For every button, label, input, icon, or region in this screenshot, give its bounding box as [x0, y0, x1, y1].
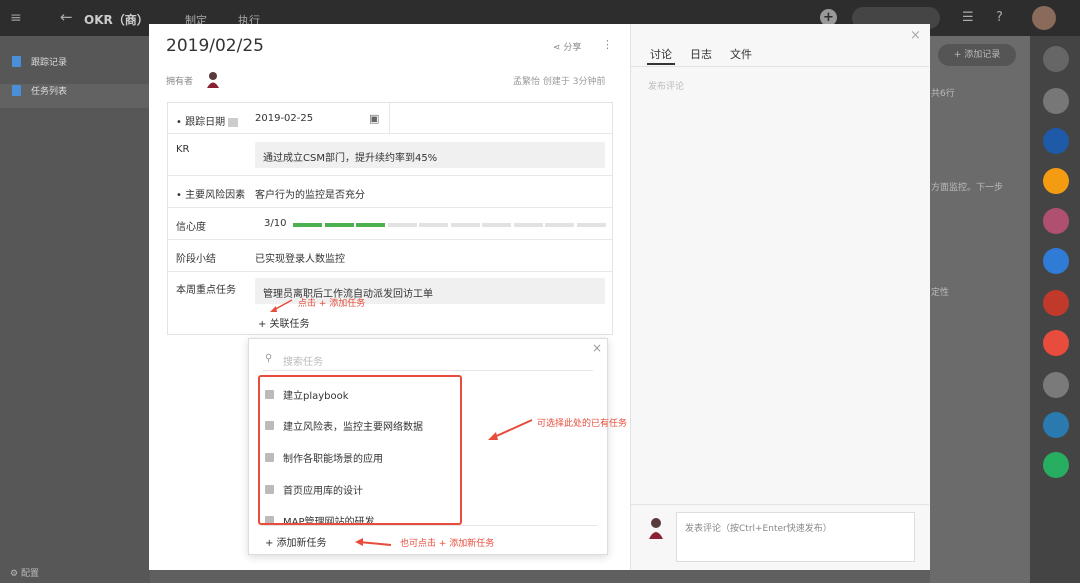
person-icon[interactable] [1043, 290, 1069, 316]
document-icon [12, 85, 21, 96]
confidence-segment [387, 223, 417, 227]
tasks-label: 本周重点任务 [176, 285, 236, 296]
confidence-segment [482, 223, 511, 227]
bell-icon[interactable] [1043, 46, 1069, 72]
pst-icon[interactable] [1043, 128, 1069, 154]
confidence-segment [576, 223, 606, 227]
confidence-segment [293, 223, 322, 227]
summary-label: 阶段小结 [176, 254, 216, 265]
sidebar-item-label: 跟踪记录 [31, 58, 68, 68]
risk-value[interactable]: 客户行为的监控是否充分 [255, 186, 365, 201]
tab-files[interactable]: 文件 [730, 46, 752, 62]
folder-icon[interactable] [1043, 412, 1069, 438]
owner-label: 拥有者 [166, 77, 194, 87]
sidebar: 跟踪记录 任务列表 ⚙ 配置 [0, 36, 150, 583]
menu-icon[interactable]: ≡ [10, 10, 22, 26]
divider [389, 103, 390, 134]
user-avatar[interactable] [1032, 6, 1056, 30]
add-new-task-button[interactable]: + 添加新任务 [265, 534, 327, 549]
annotation-also-add: 也可点击 + 添加新任务 [400, 539, 495, 549]
app-icon[interactable] [1043, 330, 1069, 356]
highlight-box [258, 375, 462, 525]
confidence-segment [450, 223, 480, 227]
annotation-arrow [488, 419, 533, 440]
avatar-icon[interactable] [1043, 208, 1069, 234]
annotation-arrow [270, 299, 293, 312]
confidence-segment [513, 223, 543, 227]
divider [631, 66, 929, 67]
calendar-icon[interactable]: ▣ [369, 112, 379, 125]
confidence-bar[interactable] [293, 219, 613, 231]
tab-discussion[interactable]: 讨论 [650, 46, 672, 62]
team-icon[interactable] [1043, 372, 1069, 398]
back-arrow-icon[interactable]: ← [60, 8, 73, 26]
tasks-row: 本周重点任务 管理员离职后工作流自动派发回访工单 + 关联任务 [168, 272, 612, 334]
summary-row: 阶段小结 已实现登录人数监控 [168, 240, 612, 272]
search-placeholder: 搜索任务 [283, 357, 323, 368]
divider [631, 504, 929, 505]
group-icon[interactable] [1043, 88, 1069, 114]
owner-avatar[interactable] [205, 71, 221, 88]
confidence-segment [545, 223, 574, 227]
link-task-button[interactable]: + 关联任务 [258, 315, 310, 330]
creator-info: 孟繁怡 创建于 3分钟前 [513, 77, 606, 87]
page-count: 共6行 [931, 89, 955, 99]
comment-input[interactable]: 发表评论（按Ctrl+Enter快速发布） [676, 512, 915, 562]
discussion-placeholder: 发布评论 [648, 82, 685, 92]
document-icon [12, 56, 21, 67]
confidence-value: 3/10 [264, 218, 287, 229]
risk-row: • 主要风险因素 客户行为的监控是否充分 [168, 176, 612, 208]
date-row: • 跟踪日期 2019-02-25 ▣ [168, 103, 612, 134]
sidebar-item-tasks[interactable]: 任务列表 [12, 84, 67, 97]
more-icon[interactable]: ⋮ [602, 38, 613, 51]
notification-icon[interactable] [1043, 248, 1069, 274]
active-tab-indicator [647, 63, 675, 65]
app-title: OKR（商） [84, 13, 149, 27]
background-snippet: 方面监控。下一步 [931, 183, 1004, 193]
confidence-row: 信心度 3/10 [168, 208, 612, 240]
close-icon[interactable]: × [910, 28, 921, 43]
kr-field[interactable]: 通过成立CSM部门，提升续约率到45% [255, 142, 605, 168]
calendar-icon[interactable] [1043, 168, 1069, 194]
add-record-button[interactable]: + 添加记录 [938, 44, 1016, 66]
annotation-click-add: 点击 + 添加任务 [298, 299, 366, 309]
annotation-select-existing: 可选择此处的已有任务 [537, 419, 628, 429]
search-icon: ⚲ [265, 353, 273, 364]
share-button[interactable]: ⋖ 分享 [553, 40, 581, 53]
risk-label: • 主要风险因素 [176, 190, 246, 201]
settings-link[interactable]: ⚙ 配置 [10, 566, 39, 579]
summary-value[interactable]: 已实现登录人数监控 [255, 250, 345, 265]
confidence-label: 信心度 [176, 222, 206, 233]
background-content [930, 36, 1030, 583]
annotation-arrow [355, 538, 392, 546]
check-icon[interactable] [1043, 452, 1069, 478]
confidence-segment [419, 223, 448, 227]
divider [261, 525, 597, 526]
book-icon[interactable]: ☰ [962, 10, 974, 25]
kr-row: KR 通过成立CSM部门，提升续约率到45% [168, 134, 612, 176]
kr-label: KR [176, 144, 190, 155]
sidebar-item-label: 任务列表 [31, 87, 68, 97]
confidence-segment [324, 223, 354, 227]
tracking-form: • 跟踪日期 2019-02-25 ▣ KR 通过成立CSM部门，提升续约率到4… [167, 102, 613, 335]
date-value[interactable]: 2019-02-25 [255, 113, 313, 124]
user-avatar [649, 518, 663, 539]
sidebar-item-tracking[interactable]: 跟踪记录 [12, 55, 67, 68]
close-icon[interactable]: × [592, 341, 602, 355]
discussion-panel [630, 24, 930, 570]
date-label: • 跟踪日期 [176, 113, 239, 128]
confidence-segment [356, 223, 385, 227]
background-snippet: 定性 [931, 288, 950, 298]
task-search[interactable]: ⚲ 搜索任务 [263, 349, 593, 371]
tab-log[interactable]: 日志 [690, 46, 712, 62]
page-title: 2019/02/25 [166, 36, 264, 56]
help-icon[interactable]: ? [996, 10, 1003, 25]
